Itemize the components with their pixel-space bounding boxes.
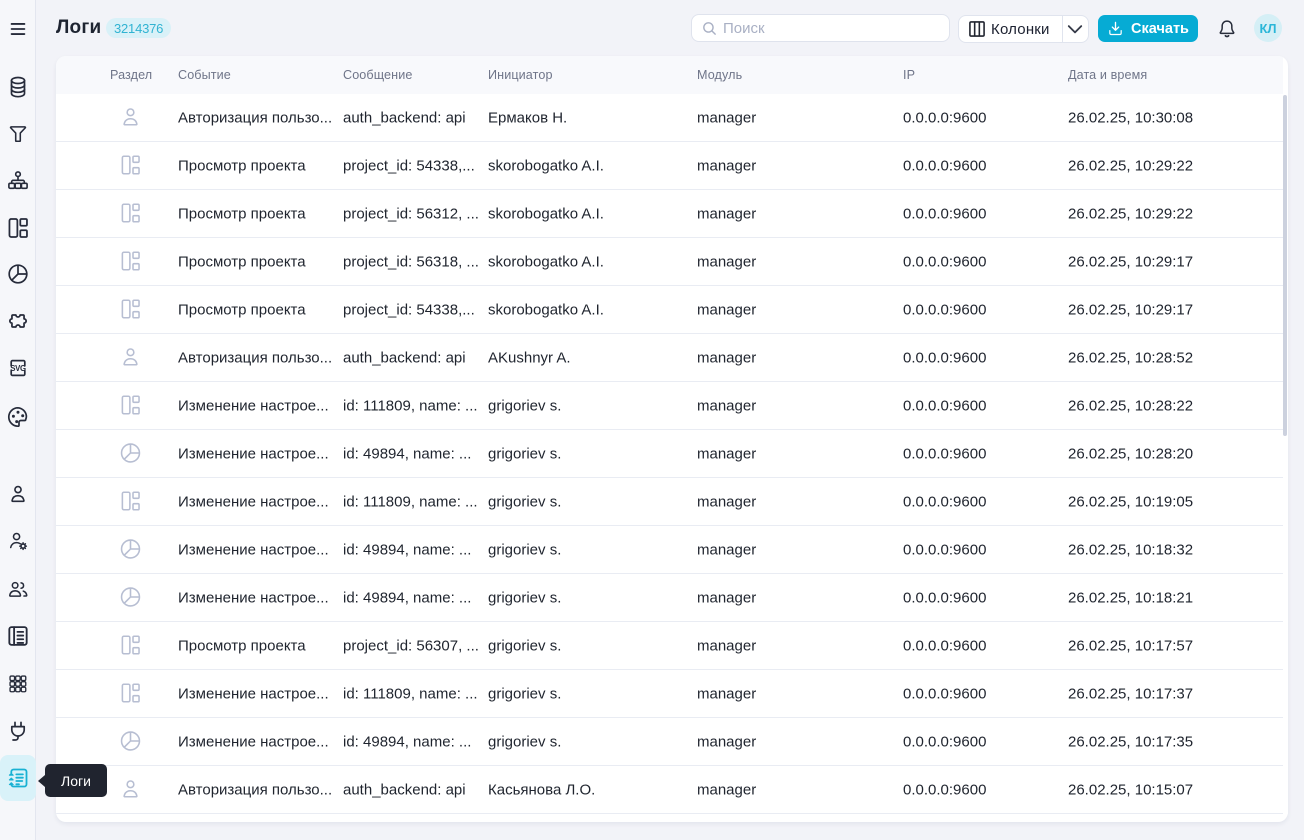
svg-text:SVG: SVG	[10, 364, 26, 373]
